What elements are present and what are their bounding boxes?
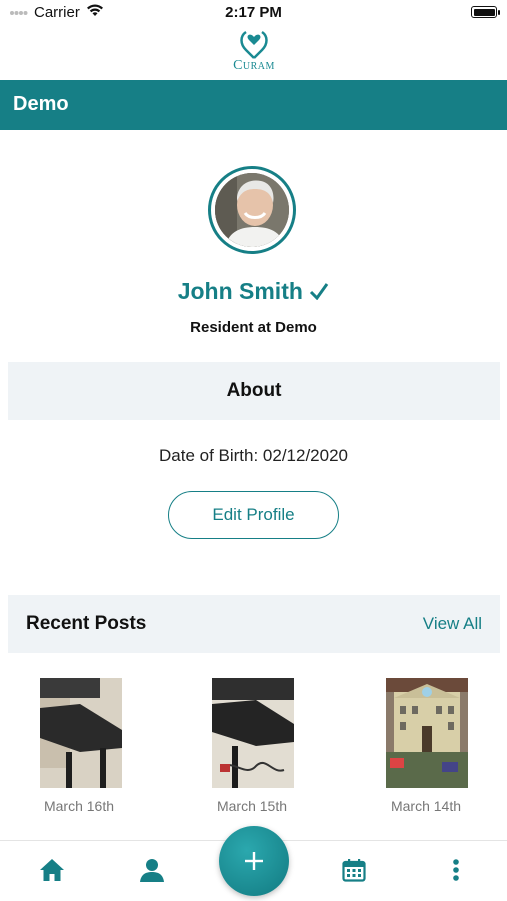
calendar-icon[interactable] — [339, 855, 369, 885]
status-time: 2:17 PM — [225, 4, 282, 21]
post-thumbnail[interactable] — [386, 678, 468, 788]
curam-logo-icon — [240, 30, 268, 59]
page-title: Demo — [13, 93, 69, 115]
more-icon[interactable] — [441, 855, 471, 885]
app-logo: CURAM — [226, 28, 282, 74]
home-icon[interactable] — [37, 855, 67, 885]
about-heading: About — [226, 380, 282, 401]
avatar[interactable] — [208, 166, 296, 254]
plus-icon — [245, 852, 263, 870]
date-of-birth: Date of Birth: 02/12/2020 — [158, 446, 349, 465]
profile-icon[interactable] — [137, 855, 167, 885]
post-date: March 16th — [43, 798, 115, 814]
battery-icon — [471, 6, 497, 18]
edit-profile-button[interactable]: Edit Profile — [168, 491, 339, 539]
avatar-photo — [215, 173, 289, 247]
check-icon — [309, 278, 329, 304]
status-bar: Carrier 2:17 PM — [0, 0, 507, 28]
profile-name: John Smith — [0, 278, 507, 305]
post-date: March 15th — [216, 798, 288, 814]
recent-posts-header: Recent Posts View All — [8, 595, 500, 653]
battery-tip — [498, 10, 500, 15]
post-date: March 14th — [390, 798, 462, 814]
add-post-button[interactable] — [219, 826, 289, 896]
about-section-header: About — [8, 362, 500, 420]
profile-name-text: John Smith — [177, 278, 303, 304]
post-thumbnail[interactable] — [40, 678, 122, 788]
page-header: Demo — [0, 80, 507, 130]
recent-posts-heading: Recent Posts — [26, 613, 147, 634]
post-thumbnail[interactable] — [212, 678, 294, 788]
logo-wordmark: CURAM — [233, 58, 275, 73]
view-all-link[interactable]: View All — [423, 614, 482, 634]
profile-subtitle: Resident at Demo — [190, 319, 317, 336]
